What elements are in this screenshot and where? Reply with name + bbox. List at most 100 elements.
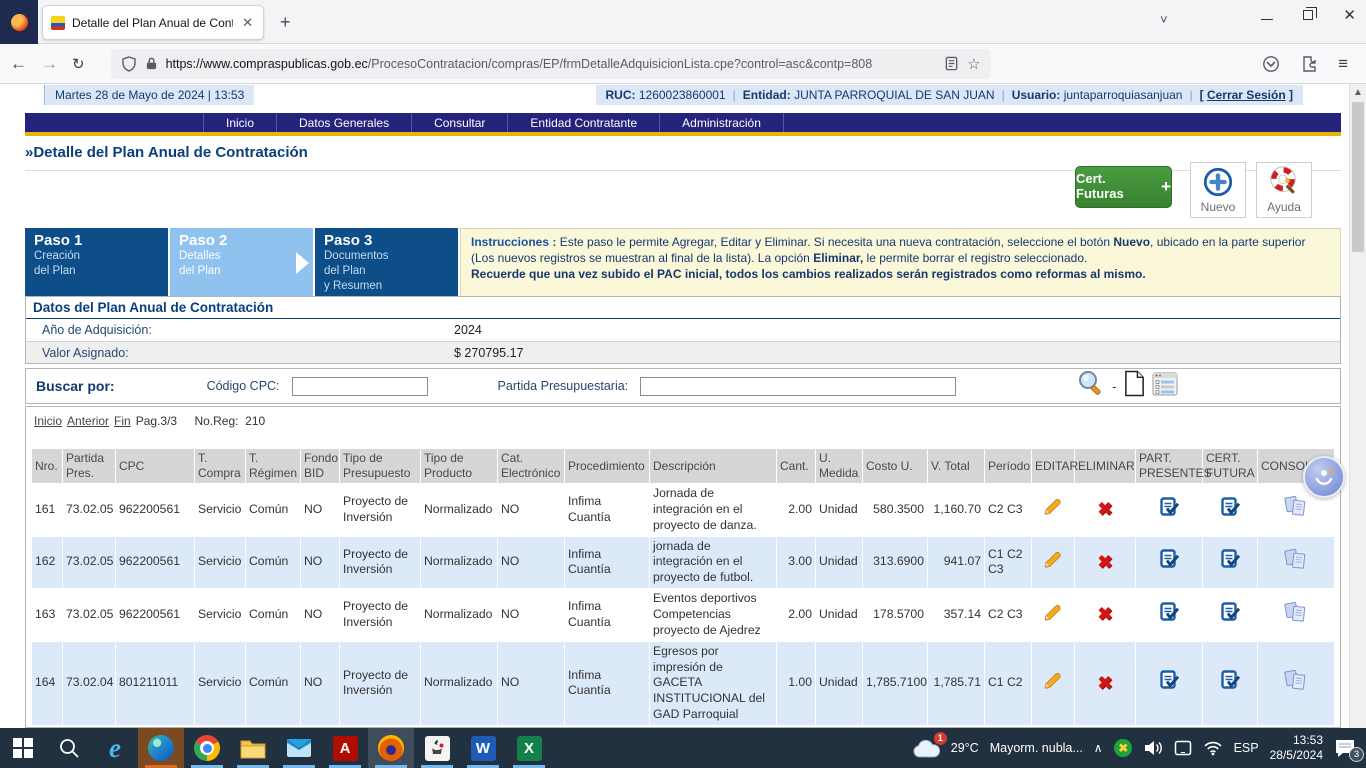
reader-mode-icon[interactable]	[944, 56, 959, 71]
excel-icon[interactable]: X	[506, 728, 552, 768]
cert-futura-button[interactable]	[1220, 497, 1241, 523]
column-header-tipo-de-presupuesto: Tipo de Presupuesto	[340, 449, 420, 483]
list-view-icon[interactable]	[1152, 372, 1178, 401]
step-paso-3[interactable]: Paso 3Documentosdel Plany Resumen	[315, 228, 458, 298]
clock[interactable]: 13:5328/5/2024	[1270, 733, 1323, 763]
start-icon[interactable]	[0, 728, 46, 768]
delete-button[interactable]: ✖	[1097, 672, 1112, 695]
back-button[interactable]: ←	[10, 54, 27, 74]
search-icon[interactable]	[1076, 369, 1106, 404]
dash-separator: -	[1112, 379, 1116, 394]
consolidar-button[interactable]	[1283, 600, 1309, 631]
cert-futura-button[interactable]	[1220, 670, 1241, 696]
menu-item-inicio[interactable]: Inicio	[203, 113, 277, 132]
partida-input[interactable]	[640, 377, 956, 396]
volume-icon[interactable]	[1143, 740, 1163, 756]
menu-item-administracion[interactable]: Administración	[660, 113, 784, 132]
cert-futura-button[interactable]	[1220, 602, 1241, 628]
menu-item-datos-generales[interactable]: Datos Generales	[277, 113, 412, 132]
java-icon[interactable]	[414, 728, 460, 768]
ayuda-button[interactable]: Ayuda	[1256, 162, 1312, 218]
partida-label: Partida Presupuestaria:	[498, 379, 629, 393]
part-presentes-button[interactable]	[1159, 549, 1180, 575]
edit-button[interactable]	[1041, 550, 1065, 575]
acrobat-icon[interactable]: A	[322, 728, 368, 768]
window-close-button[interactable]: ✕	[1343, 6, 1356, 24]
step-paso-1[interactable]: Paso 1Creacióndel Plan	[25, 228, 168, 298]
part-presentes-button[interactable]	[1159, 670, 1180, 696]
page-scrollbar[interactable]: ▲	[1349, 84, 1366, 728]
menu-item-consultar[interactable]: Consultar	[412, 113, 508, 132]
menu-item-entidad-contratante[interactable]: Entidad Contratante	[508, 113, 660, 132]
consolidar-button[interactable]	[1283, 668, 1309, 699]
list-tabs-icon[interactable]: ˅	[1160, 12, 1168, 27]
extensions-icon[interactable]	[1300, 55, 1318, 73]
notifications-icon[interactable]: 3	[1334, 738, 1356, 758]
temperature-text[interactable]: 29°C	[951, 741, 979, 755]
internet-explorer-icon[interactable]: e	[92, 728, 138, 768]
document-icon[interactable]	[1123, 370, 1146, 402]
logout-link[interactable]: Cerrar Sesión	[1207, 88, 1286, 102]
tab-close-icon[interactable]: ✕	[240, 15, 255, 31]
cert-futura-button[interactable]	[1220, 549, 1241, 575]
cell-cat-electronico: NO	[498, 589, 564, 641]
cert-futuras-button[interactable]: Cert. Futuras+	[1075, 166, 1172, 208]
consolidar-button[interactable]	[1283, 494, 1309, 525]
tray-expand-icon[interactable]: ∧	[1094, 741, 1103, 755]
instruction-text: Este paso le permite Agregar, Editar y E…	[560, 235, 1114, 249]
word-icon[interactable]: W	[460, 728, 506, 768]
pagination-link-fin[interactable]: Fin	[114, 414, 131, 428]
scrollbar-thumb[interactable]	[1352, 102, 1364, 252]
consolidar-button[interactable]	[1283, 547, 1309, 578]
wifi-icon[interactable]	[1203, 740, 1223, 756]
cell-v-total: 1,160.70	[928, 484, 984, 536]
tablet-mode-icon[interactable]	[1174, 740, 1192, 756]
cell-cant: 2.00	[777, 589, 815, 641]
delete-button[interactable]: ✖	[1097, 551, 1112, 574]
pagination-link-anterior[interactable]: Anterior	[67, 414, 109, 428]
step-paso-2[interactable]: Paso 2Detallesdel Plan	[170, 228, 313, 298]
weather-icon[interactable]: 1	[912, 738, 940, 759]
search-icon[interactable]	[46, 728, 92, 768]
edge-icon[interactable]	[138, 728, 184, 768]
window-maximize-button[interactable]	[1303, 10, 1313, 20]
weather-text[interactable]: Mayorm. nubla...	[990, 741, 1083, 755]
file-explorer-icon[interactable]	[230, 728, 276, 768]
forward-button[interactable]: →	[41, 54, 58, 74]
edit-button[interactable]	[1041, 497, 1065, 522]
nuevo-button[interactable]: Nuevo	[1190, 162, 1246, 218]
edit-button[interactable]	[1041, 603, 1065, 628]
menu-hamburger-icon[interactable]: ≡	[1338, 54, 1348, 74]
cell-cert-futura	[1203, 484, 1257, 536]
firefox-icon[interactable]	[368, 728, 414, 768]
url-bar[interactable]: https://www.compraspublicas.gob.ec/Proce…	[111, 49, 991, 79]
language-indicator[interactable]: ESP	[1234, 741, 1259, 755]
scroll-up-icon[interactable]: ▲	[1350, 84, 1366, 98]
chrome-icon[interactable]	[184, 728, 230, 768]
firefox-app-icon[interactable]	[0, 0, 38, 44]
bookmark-star-icon[interactable]: ☆	[967, 55, 980, 73]
table-panel: InicioAnteriorFinPag.3/3 No.Reg: 210 Nro…	[25, 406, 1341, 728]
part-presentes-button[interactable]	[1159, 602, 1180, 628]
mail-icon[interactable]	[276, 728, 322, 768]
window-minimize-button[interactable]	[1261, 19, 1273, 20]
pagination-link-inicio[interactable]: Inicio	[34, 414, 62, 428]
reload-button[interactable]: ↻	[72, 55, 85, 73]
clock-date: 28/5/2024	[1270, 748, 1323, 762]
cpc-input[interactable]	[292, 377, 428, 396]
edit-button[interactable]	[1041, 671, 1065, 696]
step-line: del Plan	[179, 264, 304, 279]
delete-button[interactable]: ✖	[1097, 603, 1112, 626]
new-tab-button[interactable]: +	[280, 12, 291, 33]
antivirus-icon[interactable]: ✚	[1114, 739, 1132, 757]
pocket-icon[interactable]	[1262, 55, 1280, 73]
reg-label: No.Reg:	[194, 414, 238, 428]
cell-cpc: 962200561	[116, 484, 194, 536]
browser-tab[interactable]: Detalle del Plan Anual de Contr ✕	[42, 5, 264, 40]
part-presentes-button[interactable]	[1159, 497, 1180, 523]
cell-cat-electronico: NO	[498, 537, 564, 589]
accessibility-widget[interactable]	[1303, 456, 1345, 498]
pagination: InicioAnteriorFinPag.3/3 No.Reg: 210	[34, 414, 1340, 428]
delete-button[interactable]: ✖	[1097, 498, 1112, 521]
shield-icon[interactable]	[121, 56, 137, 72]
